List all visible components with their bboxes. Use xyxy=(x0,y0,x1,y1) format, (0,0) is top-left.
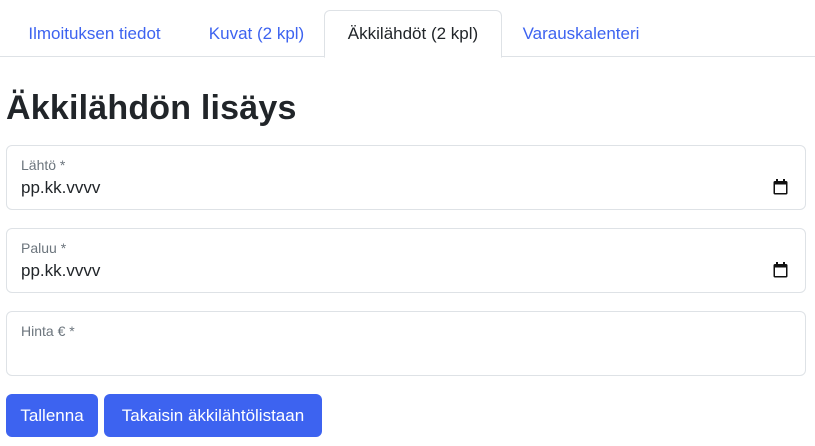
tab-booking-calendar[interactable]: Varauskalenteri xyxy=(506,10,656,57)
departure-date-field[interactable]: Lähtö * pp.kk.vvvv xyxy=(6,145,806,210)
return-date-input[interactable]: pp.kk.vvvv xyxy=(21,261,761,281)
calendar-icon[interactable] xyxy=(773,262,788,278)
departure-date-label: Lähtö * xyxy=(21,157,66,173)
tab-images[interactable]: Kuvat (2 kpl) xyxy=(190,10,323,57)
calendar-icon[interactable] xyxy=(773,179,788,195)
tab-listing-details[interactable]: Ilmoituksen tiedot xyxy=(7,10,182,57)
return-date-field[interactable]: Paluu * pp.kk.vvvv xyxy=(6,228,806,293)
back-to-list-button[interactable]: Takaisin äkkilähtölistaan xyxy=(104,394,322,437)
return-date-label: Paluu * xyxy=(21,240,67,256)
tab-last-minute-departures[interactable]: Äkkilähdöt (2 kpl) xyxy=(324,10,502,58)
page-title: Äkkilähdön lisäys xyxy=(6,89,297,127)
price-label: Hinta € * xyxy=(21,323,75,339)
save-button[interactable]: Tallenna xyxy=(6,394,98,437)
departure-date-input[interactable]: pp.kk.vvvv xyxy=(21,178,761,198)
tab-bar: Ilmoituksen tiedot Kuvat (2 kpl) Äkkiläh… xyxy=(0,10,815,58)
price-field[interactable]: Hinta € * xyxy=(6,311,806,376)
